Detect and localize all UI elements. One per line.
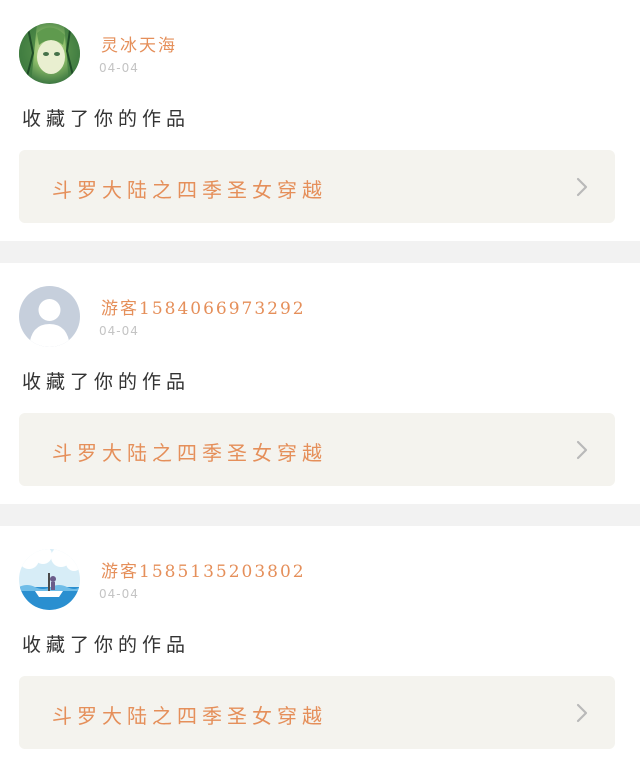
work-link[interactable]: 斗罗大陆之四季圣女穿越 xyxy=(19,676,615,749)
chevron-right-icon xyxy=(575,440,589,460)
chevron-right-icon xyxy=(575,177,589,197)
avatar[interactable] xyxy=(19,23,80,84)
notification-item: 游客1585135203802 04-04 收藏了你的作品 斗罗大陆之四季圣女穿… xyxy=(0,526,640,767)
action-text: 收藏了你的作品 xyxy=(22,371,191,393)
work-title: 斗罗大陆之四季圣女穿越 xyxy=(52,441,327,465)
avatar[interactable] xyxy=(19,549,80,610)
ocean-boat-avatar-icon xyxy=(19,549,80,610)
notification-item: 游客1584066973292 04-04 收藏了你的作品 斗罗大陆之四季圣女穿… xyxy=(0,263,640,504)
username[interactable]: 灵冰天海 xyxy=(101,31,177,56)
divider xyxy=(0,504,640,526)
work-title: 斗罗大陆之四季圣女穿越 xyxy=(52,178,327,202)
default-user-avatar-icon xyxy=(19,286,80,347)
timestamp: 04-04 xyxy=(99,587,139,601)
timestamp: 04-04 xyxy=(99,324,139,338)
avatar[interactable] xyxy=(19,286,80,347)
chevron-right-icon xyxy=(575,703,589,723)
anime-girl-avatar-icon xyxy=(19,23,80,84)
notification-feed: 灵冰天海 04-04 收藏了你的作品 斗罗大陆之四季圣女穿越 游客1584066… xyxy=(0,0,640,767)
action-text: 收藏了你的作品 xyxy=(22,634,191,656)
action-text: 收藏了你的作品 xyxy=(22,108,191,130)
work-link[interactable]: 斗罗大陆之四季圣女穿越 xyxy=(19,413,615,486)
username[interactable]: 游客1584066973292 xyxy=(101,294,306,319)
timestamp: 04-04 xyxy=(99,61,139,75)
notification-item: 灵冰天海 04-04 收藏了你的作品 斗罗大陆之四季圣女穿越 xyxy=(0,0,640,241)
work-title: 斗罗大陆之四季圣女穿越 xyxy=(52,704,327,728)
divider xyxy=(0,241,640,263)
username[interactable]: 游客1585135203802 xyxy=(101,557,306,582)
work-link[interactable]: 斗罗大陆之四季圣女穿越 xyxy=(19,150,615,223)
